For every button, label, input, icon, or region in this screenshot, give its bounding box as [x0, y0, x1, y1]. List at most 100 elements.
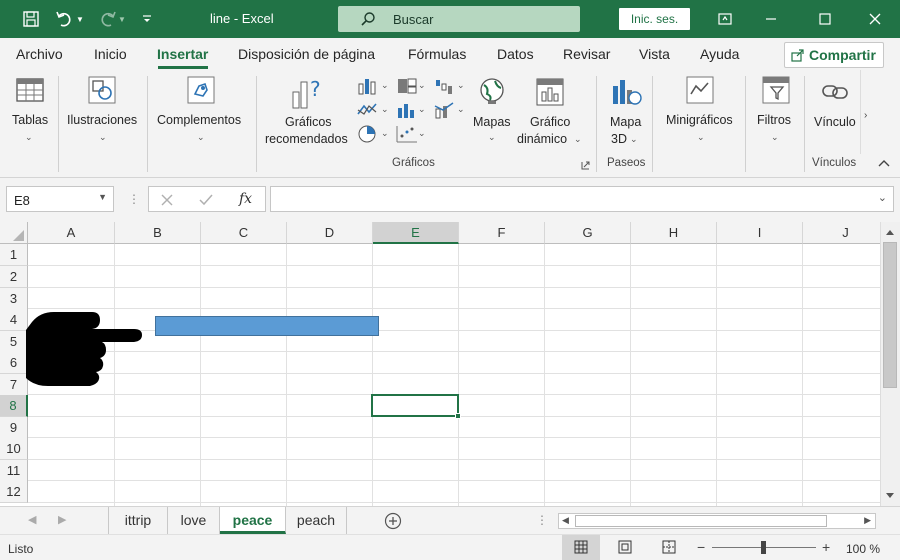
- col-header-j[interactable]: J: [803, 222, 880, 244]
- active-cell-e8[interactable]: [371, 394, 459, 417]
- scroll-right-icon[interactable]: ▶: [864, 515, 871, 526]
- add-sheet-icon[interactable]: [384, 512, 402, 530]
- col-header-f[interactable]: F: [459, 222, 545, 244]
- col-header-i[interactable]: I: [717, 222, 803, 244]
- dialog-launcher-icon[interactable]: [581, 161, 590, 170]
- tab-ayuda[interactable]: Ayuda: [700, 46, 739, 62]
- row-header-3[interactable]: 3: [0, 288, 28, 310]
- search-box[interactable]: Buscar: [338, 6, 580, 32]
- normal-view-button[interactable]: [562, 535, 600, 560]
- zoom-slider-thumb[interactable]: [761, 541, 766, 554]
- group-label-vinculos: Vínculos: [812, 157, 857, 169]
- worksheet-grid[interactable]: A B C D E F G H I J 1 2 3 4 5 6 7 8 9 10…: [0, 222, 880, 506]
- enter-check-icon[interactable]: [199, 194, 213, 206]
- zoom-out-icon[interactable]: −: [697, 539, 705, 555]
- ribbon-scroll-right[interactable]: ›: [860, 70, 874, 154]
- undo-icon[interactable]: [54, 8, 76, 30]
- sheet-tab-peace[interactable]: peace: [220, 507, 286, 534]
- zoom-level[interactable]: 100 %: [846, 542, 880, 556]
- tab-archivo[interactable]: Archivo: [16, 46, 63, 62]
- customize-toolbar-icon[interactable]: [136, 8, 158, 30]
- pie-chart-icon[interactable]: [356, 124, 380, 144]
- tab-datos[interactable]: Datos: [497, 46, 534, 62]
- tab-revisar[interactable]: Revisar: [563, 46, 610, 62]
- redo-icon[interactable]: [96, 8, 118, 30]
- blue-rectangle-shape[interactable]: [155, 316, 379, 336]
- scroll-up-icon[interactable]: [885, 228, 895, 236]
- expand-formula-bar-icon[interactable]: ⌄: [878, 191, 887, 204]
- undo-dropdown-icon[interactable]: ▼: [74, 8, 86, 30]
- redo-dropdown-icon[interactable]: ▼: [116, 8, 128, 30]
- col-header-c[interactable]: C: [201, 222, 287, 244]
- sheet-tab-peach[interactable]: peach: [286, 507, 347, 534]
- ribbon-display-options-icon[interactable]: [702, 0, 748, 38]
- row-header-11[interactable]: 11: [0, 460, 28, 482]
- next-sheet-icon[interactable]: ▶: [58, 513, 66, 526]
- sheet-tab-ittrip[interactable]: ittrip: [109, 507, 168, 534]
- fill-handle[interactable]: [455, 413, 461, 419]
- maximize-icon[interactable]: [802, 0, 848, 38]
- vertical-scroll-thumb[interactable]: [883, 242, 897, 388]
- combo-chart-icon[interactable]: [433, 100, 457, 120]
- tab-insertar[interactable]: Insertar: [157, 46, 208, 62]
- row-header-10[interactable]: 10: [0, 438, 28, 460]
- mapas-label: Mapas: [473, 115, 511, 129]
- save-icon[interactable]: [20, 8, 42, 30]
- horizontal-scrollbar[interactable]: ◀ ▶: [558, 513, 876, 529]
- page-break-view-icon[interactable]: [662, 540, 676, 554]
- select-all-corner[interactable]: [0, 222, 28, 244]
- minimize-icon[interactable]: [748, 0, 794, 38]
- collapse-ribbon-icon[interactable]: [878, 158, 890, 168]
- col-header-g[interactable]: G: [545, 222, 631, 244]
- column-chart-icon[interactable]: [356, 76, 380, 96]
- statistic-chart-icon[interactable]: [395, 100, 419, 120]
- row-header-12[interactable]: 12: [0, 481, 28, 503]
- col-header-b[interactable]: B: [115, 222, 201, 244]
- row-header-2[interactable]: 2: [0, 266, 28, 288]
- row-header-9[interactable]: 9: [0, 417, 28, 439]
- scroll-down-icon[interactable]: [885, 492, 895, 500]
- col-header-h[interactable]: H: [631, 222, 717, 244]
- col-header-d[interactable]: D: [287, 222, 373, 244]
- status-bar: Listo − + 100 %: [0, 534, 900, 560]
- active-tab-indicator: [158, 66, 208, 69]
- grafico-dinamico-label-2: dinámico: [517, 132, 568, 146]
- sheet-tab-love[interactable]: love: [168, 507, 220, 534]
- waterfall-chart-icon[interactable]: [433, 76, 457, 96]
- tab-formulas[interactable]: Fórmulas: [408, 46, 466, 62]
- tab-vista[interactable]: Vista: [639, 46, 670, 62]
- sign-in-button[interactable]: Inic. ses.: [619, 8, 690, 30]
- col-header-e[interactable]: E: [373, 222, 459, 244]
- scroll-left-icon[interactable]: ◀: [562, 515, 569, 526]
- name-box-dropdown-icon[interactable]: ▼: [98, 192, 107, 202]
- window-title: line - Excel: [210, 11, 274, 26]
- scatter-chart-icon[interactable]: [395, 124, 419, 144]
- formula-input[interactable]: ⌄: [270, 186, 894, 212]
- close-icon[interactable]: [852, 0, 898, 38]
- tab-inicio[interactable]: Inicio: [94, 46, 127, 62]
- col-header-a[interactable]: A: [28, 222, 115, 244]
- name-box[interactable]: E8 ▼: [6, 186, 114, 212]
- row-header-5[interactable]: 5: [0, 331, 28, 353]
- prev-sheet-icon[interactable]: ◀: [28, 513, 36, 526]
- row-header-7[interactable]: 7: [0, 374, 28, 396]
- cancel-icon[interactable]: [161, 194, 173, 206]
- vertical-scrollbar[interactable]: [880, 222, 900, 506]
- zoom-in-icon[interactable]: +: [822, 539, 830, 555]
- group-label-graficos: Gráficos: [392, 157, 435, 169]
- line-chart-icon[interactable]: [356, 100, 380, 120]
- hierarchy-chart-icon[interactable]: [395, 76, 419, 96]
- formula-bar-grip: ⋮: [128, 192, 140, 206]
- row-header-4[interactable]: 4: [0, 309, 28, 331]
- tab-disposicion[interactable]: Disposición de página: [238, 46, 375, 62]
- page-layout-view-icon[interactable]: [618, 540, 632, 554]
- search-icon: [361, 12, 375, 26]
- horizontal-scroll-thumb[interactable]: [575, 515, 827, 527]
- insert-function-icon[interactable]: fx: [239, 191, 252, 207]
- graficos-recomendados-label-1: Gráficos: [285, 115, 332, 129]
- row-header-1[interactable]: 1: [0, 244, 28, 266]
- row-header-6[interactable]: 6: [0, 352, 28, 374]
- tab-split-grip[interactable]: ⋮: [536, 513, 548, 527]
- row-header-8[interactable]: 8: [0, 395, 28, 417]
- share-button[interactable]: Compartir: [784, 42, 884, 68]
